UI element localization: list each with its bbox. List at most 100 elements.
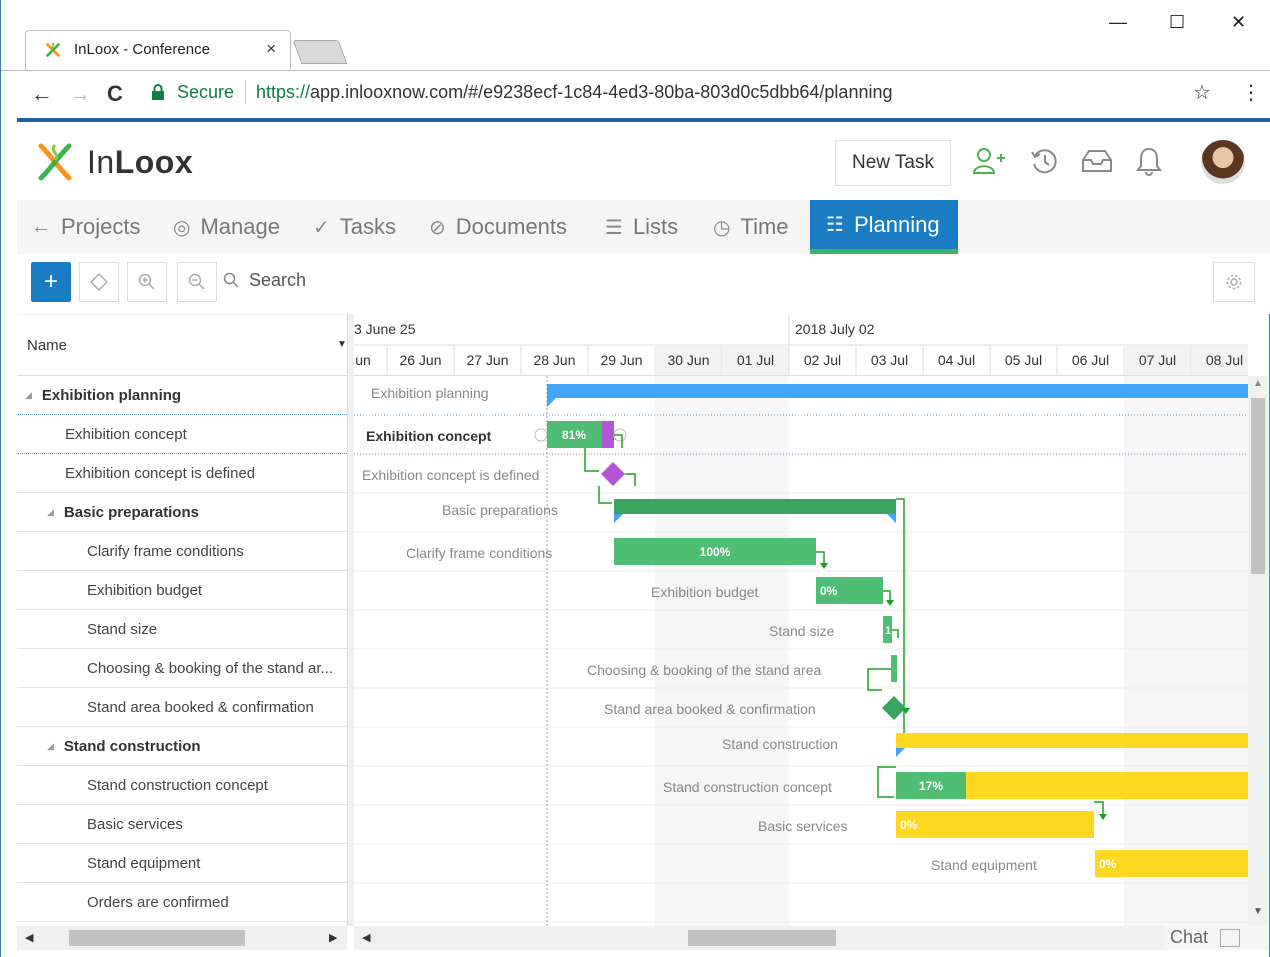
- grid-scroll-thumb[interactable]: [69, 930, 245, 946]
- close-window-button[interactable]: ✕: [1231, 12, 1246, 33]
- nav-manage[interactable]: ◎ Manage: [173, 200, 280, 254]
- browser-menu-icon[interactable]: ⋮: [1241, 80, 1261, 105]
- grid-row[interactable]: Stand equipment: [17, 844, 347, 883]
- grid-row[interactable]: Exhibition concept: [17, 415, 347, 454]
- summary-bar-stand-construction[interactable]: [896, 733, 1248, 748]
- grid-row[interactable]: Basic services: [17, 805, 347, 844]
- minimize-button[interactable]: —: [1109, 12, 1127, 33]
- grid-row[interactable]: Stand size: [17, 610, 347, 649]
- add-task-button[interactable]: +: [31, 262, 71, 302]
- week-label: 2018 July 02: [795, 321, 875, 337]
- nav-time[interactable]: ◷ Time: [713, 200, 789, 254]
- gantt-horizontal-scrollbar[interactable]: ◀: [354, 926, 1164, 950]
- grid-row[interactable]: ◢ Stand construction: [17, 727, 347, 766]
- grid-row[interactable]: Stand area booked & confirmation: [17, 688, 347, 727]
- nav-projects[interactable]: ← Projects: [31, 200, 140, 254]
- nav-documents[interactable]: ⊘ Documents: [429, 200, 567, 254]
- grid-row[interactable]: Stand construction concept: [17, 766, 347, 805]
- back-button[interactable]: ←: [31, 81, 53, 107]
- reload-button[interactable]: C: [107, 81, 123, 107]
- grid-row-label: Stand area booked & confirmation: [87, 698, 314, 716]
- nav-planning[interactable]: ☷ Planning: [810, 200, 958, 254]
- nav-lists[interactable]: ☰ Lists: [605, 200, 678, 254]
- vertical-scrollbar[interactable]: ▲ ▼: [1248, 376, 1268, 926]
- zoom-in-button[interactable]: [127, 262, 167, 302]
- grid-row[interactable]: ◢ Basic preparations: [17, 493, 347, 532]
- user-avatar[interactable]: [1201, 140, 1245, 184]
- url-field[interactable]: https://app.inlooxnow.com/#/e9238ecf-1c8…: [256, 82, 892, 103]
- collapse-triangle-icon[interactable]: ◢: [47, 507, 54, 518]
- add-milestone-button[interactable]: [79, 262, 119, 302]
- search-placeholder: Search: [249, 270, 307, 290]
- task-bar-stand-equipment[interactable]: [1095, 850, 1248, 877]
- task-label-stand-construction: Stand construction: [722, 736, 838, 752]
- arrow-head: [820, 563, 828, 569]
- chat-button[interactable]: Chat: [1164, 926, 1268, 950]
- task-label-exhibition-budget: Exhibition budget: [651, 584, 759, 600]
- search-input[interactable]: Search: [223, 270, 306, 291]
- day-label: 07 Jul: [1139, 352, 1176, 368]
- dependency-arrow: [598, 486, 612, 504]
- grid-horizontal-scrollbar[interactable]: ◀ ▶: [17, 926, 347, 950]
- arrow-head: [1099, 814, 1107, 820]
- notification-bell-icon[interactable]: [1135, 146, 1163, 176]
- scroll-up-icon[interactable]: ▲: [1253, 378, 1263, 389]
- progress-label: 1: [885, 625, 891, 637]
- history-icon[interactable]: [1029, 146, 1059, 176]
- brand-name[interactable]: InLoox: [87, 144, 193, 181]
- inbox-icon[interactable]: [1081, 146, 1113, 176]
- scroll-right-icon[interactable]: ▶: [329, 931, 337, 944]
- link-handle-start[interactable]: [534, 428, 548, 442]
- nav-tasks[interactable]: ✓ Tasks: [313, 200, 396, 254]
- bookmark-star-icon[interactable]: ☆: [1193, 80, 1211, 105]
- planning-icon: ☷: [826, 214, 844, 236]
- grid-header[interactable]: Name ▼: [17, 314, 347, 376]
- main-nav: ← Projects ◎ Manage ✓ Tasks ⊘ Documents ☰ Lis…: [17, 200, 1270, 254]
- sort-caret-icon[interactable]: ▼: [337, 339, 347, 350]
- planning-toolbar: + Search: [17, 254, 1270, 314]
- summary-bar-exhibition-planning[interactable]: [547, 384, 1248, 398]
- new-task-button[interactable]: New Task: [835, 140, 951, 186]
- nav-time-label: Time: [740, 214, 789, 239]
- new-tab-button[interactable]: [292, 40, 348, 64]
- gantt-scroll-thumb[interactable]: [688, 930, 836, 946]
- scroll-left-icon[interactable]: ◀: [25, 931, 33, 944]
- summary-start-marker: [896, 748, 905, 757]
- lock-icon: [152, 84, 164, 100]
- nav-documents-label: Documents: [455, 214, 568, 239]
- grid-splitter[interactable]: [347, 314, 354, 926]
- progress-label: 0%: [820, 584, 838, 598]
- gantt-scroll-left-icon[interactable]: ◀: [362, 931, 370, 944]
- grid-row[interactable]: Exhibition budget: [17, 571, 347, 610]
- forward-button[interactable]: →: [69, 81, 91, 107]
- task-label-stand-area-booked: Stand area booked & confirmation: [604, 701, 816, 717]
- task-label-clarify-frame: Clarify frame conditions: [406, 545, 552, 561]
- tab-close-icon[interactable]: ×: [266, 39, 276, 59]
- vertical-scroll-thumb[interactable]: [1251, 398, 1265, 574]
- browser-window: InLoox - Conference × — ☐ ✕ ← → C Secure…: [0, 0, 1270, 957]
- grid-row[interactable]: Choosing & booking of the stand ar...: [17, 649, 347, 688]
- task-bar-choosing-booking[interactable]: [891, 655, 897, 682]
- grid-row[interactable]: Clarify frame conditions: [17, 532, 347, 571]
- collapse-triangle-icon[interactable]: ◢: [47, 741, 54, 752]
- inloox-logo-icon: [45, 42, 61, 58]
- summary-bar-basic-preparations[interactable]: [614, 499, 896, 514]
- grid-row-label: Basic services: [87, 815, 183, 833]
- maximize-button[interactable]: ☐: [1169, 12, 1185, 33]
- summary-start-marker: [547, 398, 556, 407]
- url-path: app.inlooxnow.com/#/e9238ecf-1c84-4ed3-8…: [310, 82, 893, 102]
- collapse-triangle-icon[interactable]: ◢: [25, 390, 32, 401]
- gantt-canvas: 3 June 25 2018 July 02 un 26 Jun 27 Jun 28 Ju…: [354, 314, 1248, 926]
- scroll-down-icon[interactable]: ▼: [1253, 906, 1263, 917]
- grid-row[interactable]: Orders are confirmed: [17, 883, 347, 922]
- grid-row[interactable]: ◢ Exhibition planning: [17, 376, 347, 415]
- task-bar-basic-services[interactable]: [896, 811, 1094, 838]
- browser-tab[interactable]: InLoox - Conference ×: [25, 30, 291, 70]
- day-label: 05 Jul: [1005, 352, 1042, 368]
- zoom-out-button[interactable]: [177, 262, 217, 302]
- task-bar-remainder[interactable]: [602, 421, 614, 448]
- milestone-concept-defined[interactable]: [601, 462, 625, 486]
- add-user-icon[interactable]: [972, 146, 1006, 176]
- grid-row[interactable]: Exhibition concept is defined: [17, 454, 347, 493]
- settings-button[interactable]: [1213, 262, 1255, 302]
